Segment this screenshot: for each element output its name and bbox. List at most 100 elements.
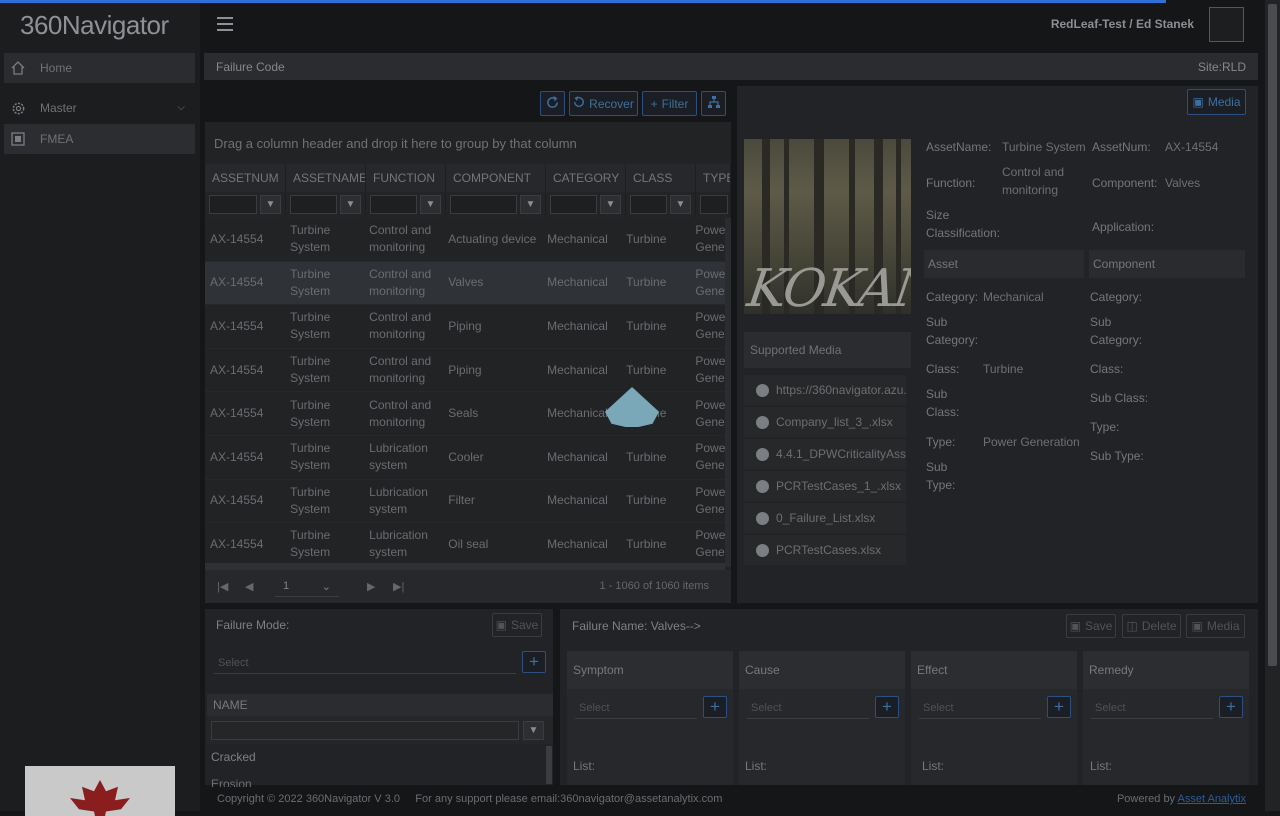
scrollbar-thumb[interactable] [1268, 4, 1277, 666]
radio-icon[interactable] [756, 543, 769, 557]
failure-delete-button[interactable]: ◫ Delete [1122, 614, 1181, 638]
add-cause-button[interactable]: + [875, 696, 899, 718]
filter-input[interactable] [290, 195, 337, 214]
filter-icon[interactable]: ▼ [523, 721, 544, 740]
filter-icon[interactable]: ▼ [600, 195, 621, 214]
table-row[interactable]: AX-14554 Turbine System Control and monito… [205, 218, 725, 262]
filter-input[interactable] [450, 195, 517, 214]
page-title: Failure Code [216, 59, 285, 74]
add-failure-mode-button[interactable]: + [522, 651, 546, 673]
media-button[interactable]: ▣ Media [1187, 89, 1246, 115]
media-file-item[interactable]: Company_list_3_.xlsx [744, 407, 906, 437]
filter-icon[interactable]: ▼ [260, 195, 281, 214]
media-file-item[interactable]: PCRTestCases_1_.xlsx [744, 471, 906, 501]
page-scrollbar[interactable] [1265, 0, 1280, 811]
refresh-button[interactable] [540, 91, 565, 116]
add-remedy-button[interactable]: + [1219, 696, 1243, 718]
failure-mode-select[interactable]: Select [214, 652, 516, 674]
sidebar-item-master[interactable]: Master ⌵ [4, 93, 195, 123]
recover-button[interactable]: Recover [569, 91, 638, 116]
sidebar-item-home[interactable]: Home [4, 53, 195, 83]
media-file-item[interactable]: https://360navigator.azu... [744, 375, 906, 405]
filter-button[interactable]: + Filter [642, 91, 697, 116]
next-page-icon[interactable]: ▶ [367, 580, 375, 593]
user-name[interactable]: RedLeaf-Test / Ed Stanek [1051, 17, 1194, 31]
table-cell: AX-14554 [210, 318, 264, 333]
table-row[interactable]: AX-14554 Turbine System Lubrication system… [205, 523, 725, 563]
filter-icon[interactable]: ▼ [420, 195, 441, 214]
cause-list-label: List: [745, 759, 768, 773]
filter-input[interactable] [370, 195, 417, 214]
failure-mode-save-button[interactable]: ▣ Save [492, 613, 542, 637]
col-header-assetname[interactable]: ASSETNAME [286, 164, 366, 192]
avatar[interactable] [1209, 7, 1244, 42]
page-select[interactable]: 1 ⌄ [275, 576, 339, 597]
table-cell: AX-14554 [210, 275, 264, 290]
asset-analytix-link[interactable]: Asset Analytix [1178, 793, 1246, 805]
filter-input[interactable] [211, 721, 519, 740]
asset-image[interactable]: KOKAN [744, 139, 911, 314]
menu-toggle-icon[interactable] [217, 17, 233, 31]
col-header-category[interactable]: CATEGORY [546, 164, 626, 192]
plus-icon: + [650, 96, 658, 111]
filter-input[interactable] [630, 195, 667, 214]
failure-save-button[interactable]: ▣ Save [1066, 614, 1116, 638]
table-cell: AX-14554 [210, 536, 264, 551]
filter-icon[interactable]: ▼ [340, 195, 361, 214]
radio-icon[interactable] [756, 383, 769, 397]
media-file-item[interactable]: PCRTestCases.xlsx [744, 535, 906, 565]
col-header-type[interactable]: TYPE [696, 164, 731, 192]
table-cell: Power Generation [695, 441, 725, 473]
chevron-down-icon: ⌵ [177, 102, 185, 113]
cause-select[interactable]: Select [747, 697, 869, 719]
hierarchy-button[interactable] [701, 91, 726, 116]
add-symptom-button[interactable]: + [703, 696, 727, 718]
effect-select[interactable]: Select [919, 697, 1041, 719]
list-item[interactable]: Erosion [211, 778, 252, 787]
failure-mode-col-header[interactable]: NAME [207, 694, 553, 716]
grid-vertical-scrollbar[interactable] [725, 218, 731, 567]
table-row[interactable]: AX-14554 Turbine System Control and monito… [205, 261, 725, 306]
add-effect-button[interactable]: + [1047, 696, 1071, 718]
page-header: Failure Code Site:RLD [204, 53, 1258, 80]
radio-icon[interactable] [756, 447, 769, 461]
col-header-function[interactable]: FUNCTION [366, 164, 446, 192]
table-row[interactable]: AX-14554 Turbine System Control and monito… [205, 349, 725, 393]
failure-media-button[interactable]: ▣ Media [1186, 614, 1245, 638]
radio-icon[interactable] [756, 479, 769, 493]
filter-icon[interactable]: ▼ [670, 195, 691, 214]
media-file-item[interactable]: 4.4.1_DPWCriticalityAsse... [744, 439, 906, 469]
radio-icon[interactable] [756, 511, 769, 525]
col-header-class[interactable]: CLASS [626, 164, 696, 192]
failure-mode-scrollbar[interactable] [546, 746, 552, 784]
table-cell: Control and monitoring [369, 397, 432, 429]
table-cell: Mechanical [547, 362, 608, 377]
prev-page-icon[interactable]: ◀ [245, 580, 253, 593]
radio-icon[interactable] [756, 415, 769, 429]
grid-horizontal-scrollbar[interactable] [205, 563, 725, 570]
first-page-icon[interactable]: |◀ [217, 580, 228, 593]
save-icon: ▣ [1069, 619, 1081, 633]
table-cell: Turbine System [290, 223, 331, 255]
col-header-assetnum[interactable]: ASSETNUM [205, 164, 286, 192]
table-row[interactable]: AX-14554 Turbine System Control and monito… [205, 305, 725, 349]
table-cell: AX-14554 [210, 493, 264, 508]
table-cell: Control and monitoring [369, 223, 432, 255]
media-file-item[interactable]: 0_Failure_List.xlsx [744, 503, 906, 533]
last-page-icon[interactable]: ▶| [393, 580, 404, 593]
col-header-component[interactable]: COMPONENT [446, 164, 546, 192]
filter-input[interactable] [550, 195, 597, 214]
table-row[interactable]: AX-14554 Turbine System Lubrication system… [205, 480, 725, 524]
asset-grid: Drag a column header and drop it here to… [205, 122, 731, 603]
filter-icon[interactable]: ▼ [520, 195, 541, 214]
type-label: Type: [926, 435, 956, 449]
filter-input[interactable] [700, 195, 728, 214]
sidebar-item-fmea[interactable]: FMEA [4, 124, 195, 154]
recover-icon [573, 96, 585, 111]
table-row[interactable]: AX-14554 Turbine System Lubrication system… [205, 436, 725, 480]
filter-input[interactable] [209, 195, 257, 214]
group-hint[interactable]: Drag a column header and drop it here to… [205, 122, 731, 165]
list-item[interactable]: Cracked [211, 750, 256, 764]
symptom-select[interactable]: Select [575, 697, 697, 719]
remedy-select[interactable]: Select [1091, 697, 1213, 719]
